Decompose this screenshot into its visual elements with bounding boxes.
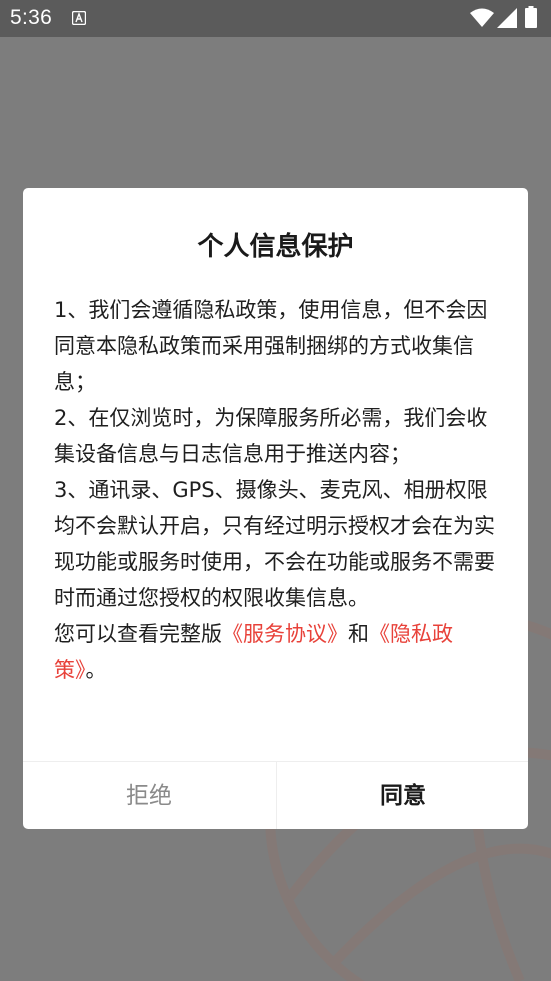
policy-item-1: 1、我们会遵循隐私政策，使用信息，但不会因同意本隐私政策而采用强制捆绑的方式收集… (54, 298, 488, 394)
notice-and: 和 (348, 622, 369, 646)
dialog-button-row: 拒绝 同意 (23, 761, 528, 829)
notice-prefix: 您可以查看完整版 (54, 622, 222, 646)
policy-item-2: 2、在仅浏览时，为保障服务所必需，我们会收集设备信息与日志信息用于推送内容； (54, 406, 488, 466)
agree-button[interactable]: 同意 (276, 762, 528, 829)
status-bar: 5:36 (0, 0, 551, 37)
signal-icon (497, 8, 517, 28)
status-time: 5:36 (10, 6, 53, 29)
wifi-icon (470, 8, 494, 27)
service-agreement-link[interactable]: 《服务协议》 (222, 622, 348, 646)
dialog-body: 1、我们会遵循隐私政策，使用信息，但不会因同意本隐私政策而采用强制捆绑的方式收集… (54, 292, 500, 688)
reject-button[interactable]: 拒绝 (23, 762, 275, 829)
privacy-dialog: 个人信息保护 1、我们会遵循隐私政策，使用信息，但不会因同意本隐私政策而采用强制… (23, 188, 528, 829)
notice-suffix: 。 (85, 658, 107, 682)
dialog-title: 个人信息保护 (197, 232, 354, 262)
battery-icon (525, 6, 537, 28)
policy-item-3: 3、通讯录、GPS、摄像头、麦克风、相册权限均不会默认开启，只有经过明示授权才会… (54, 478, 495, 610)
policy-notice: 您可以查看完整版《服务协议》和《隐私政策》。 (54, 616, 500, 688)
notification-a-icon (72, 11, 86, 25)
